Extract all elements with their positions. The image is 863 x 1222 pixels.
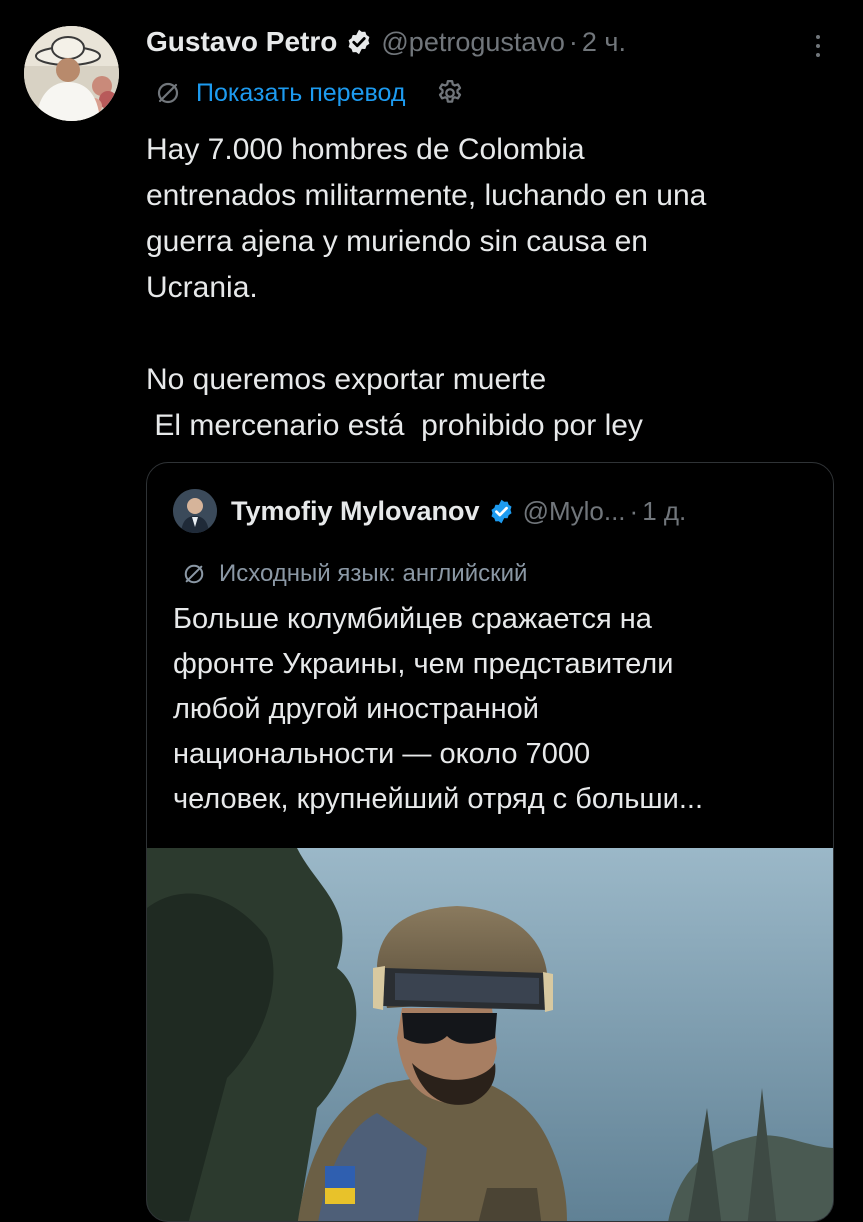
author-name[interactable]: Gustavo Petro xyxy=(146,26,337,58)
tweet-body: Hay 7.000 hombres de Colombia entrenados… xyxy=(146,127,836,449)
tweet-header: Gustavo Petro @petrogustavo · 2 ч. xyxy=(146,22,626,62)
author-avatar[interactable] xyxy=(24,26,119,121)
quoted-media-image[interactable] xyxy=(147,848,833,1221)
original-language-label: Исходный язык: английский xyxy=(219,560,528,587)
more-options-icon[interactable] xyxy=(806,28,830,64)
tweet-line: El mercenario está prohibido por ley xyxy=(146,409,643,442)
quoted-tweet-header: Tymofiy Mylovanov @Mylo... · 1 д. xyxy=(173,489,687,533)
translate-icon xyxy=(184,564,204,584)
quoted-line: человек, крупнейший отряд с больши... xyxy=(173,783,704,815)
translate-icon xyxy=(157,82,179,104)
tweet-line: Ucrania. xyxy=(146,271,258,304)
quoted-line: Больше колумбийцев сражается на xyxy=(173,603,652,635)
original-language-row: Исходный язык: английский xyxy=(183,557,527,591)
quoted-timestamp: 1 д. xyxy=(642,495,687,526)
quoted-line: любой другой иностранной xyxy=(173,693,539,725)
tweet-line: guerra ajena y muriendo sin causa en xyxy=(146,225,648,258)
gear-icon[interactable] xyxy=(435,78,465,108)
verified-badge-icon xyxy=(491,499,512,523)
quoted-line: национальности — около 7000 xyxy=(173,738,591,770)
quoted-line: фронте Украины, чем представители xyxy=(173,648,674,680)
quoted-tweet-body: Больше колумбийцев сражается на фронте У… xyxy=(173,597,813,822)
quoted-author-name: Tymofiy Mylovanov xyxy=(231,495,480,526)
separator-dot: · xyxy=(629,495,639,526)
tweet-timestamp[interactable]: 2 ч. xyxy=(582,27,626,58)
verified-badge-icon xyxy=(349,29,370,55)
quoted-author-avatar xyxy=(173,489,217,533)
tweet-line: entrenados militarmente, luchando en una xyxy=(146,179,707,212)
author-handle[interactable]: @petrogustavo xyxy=(381,27,565,58)
tweet-line: Hay 7.000 hombres de Colombia xyxy=(146,133,585,166)
show-translation-link[interactable]: Показать перевод xyxy=(196,79,405,108)
quoted-author-handle: @Mylo... xyxy=(522,495,626,526)
quoted-tweet-card[interactable]: Tymofiy Mylovanov @Mylo... · 1 д. Исходн… xyxy=(146,462,834,1222)
separator-dot: · xyxy=(568,26,578,57)
tweet-line: No queremos exportar muerte xyxy=(146,363,547,396)
translate-row: Показать перевод xyxy=(156,75,465,111)
